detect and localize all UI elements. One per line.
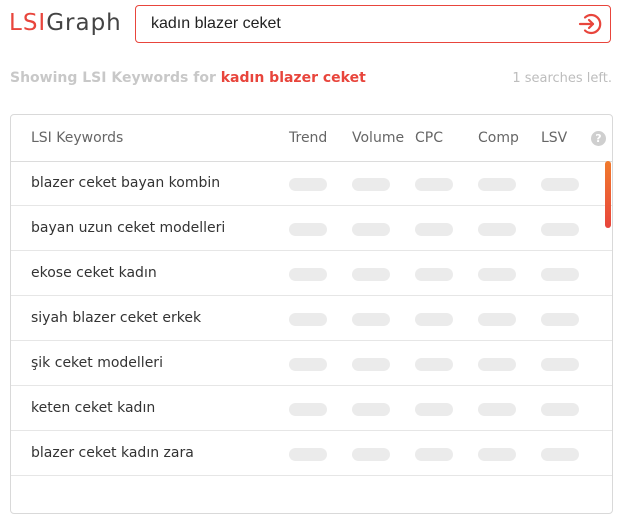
search-box: [135, 5, 611, 43]
logo-lsi-text: LSI: [9, 10, 47, 36]
row-keyword[interactable]: bayan uzun ceket modelleri: [31, 220, 225, 236]
comp-placeholder: [478, 178, 516, 191]
cpc-placeholder: [415, 403, 453, 416]
scrollbar-thumb[interactable]: [605, 161, 611, 228]
table-row[interactable]: bayan uzun ceket modelleri: [11, 206, 612, 251]
volume-placeholder: [352, 403, 390, 416]
row-keyword[interactable]: keten ceket kadın: [31, 400, 155, 416]
column-header-keywords: LSI Keywords: [31, 130, 124, 146]
comp-placeholder: [478, 313, 516, 326]
table-row[interactable]: şik ceket modelleri: [11, 341, 612, 386]
search-input[interactable]: [151, 6, 551, 42]
lsv-placeholder: [541, 268, 579, 281]
table-header: LSI Keywords Trend Volume CPC Comp LSV ?: [11, 115, 612, 162]
comp-placeholder: [478, 223, 516, 236]
volume-placeholder: [352, 178, 390, 191]
table-row[interactable]: siyah blazer ceket erkek: [11, 296, 612, 341]
lsv-placeholder: [541, 313, 579, 326]
row-keyword[interactable]: siyah blazer ceket erkek: [31, 310, 201, 326]
lsv-placeholder: [541, 358, 579, 371]
trend-placeholder: [289, 403, 327, 416]
trend-placeholder: [289, 358, 327, 371]
row-keyword[interactable]: blazer ceket bayan kombin: [31, 175, 220, 191]
lsv-placeholder: [541, 178, 579, 191]
lsv-placeholder: [541, 448, 579, 461]
lsv-placeholder: [541, 403, 579, 416]
cpc-placeholder: [415, 448, 453, 461]
logo-graph-text: Graph: [46, 10, 122, 36]
comp-placeholder: [478, 268, 516, 281]
comp-placeholder: [478, 403, 516, 416]
cpc-placeholder: [415, 358, 453, 371]
cpc-placeholder: [415, 313, 453, 326]
cpc-placeholder: [415, 178, 453, 191]
cpc-placeholder: [415, 223, 453, 236]
comp-placeholder: [478, 358, 516, 371]
results-heading-keyword: kadın blazer ceket: [220, 70, 366, 86]
results-heading-prefix: Showing LSI Keywords for: [10, 70, 216, 86]
trend-placeholder: [289, 448, 327, 461]
table-scrollbar[interactable]: [604, 161, 612, 513]
column-header-comp: Comp: [478, 130, 519, 146]
help-icon[interactable]: ?: [591, 131, 606, 146]
trend-placeholder: [289, 223, 327, 236]
volume-placeholder: [352, 313, 390, 326]
lsv-placeholder: [541, 223, 579, 236]
sign-in-arrow-icon: [578, 13, 602, 35]
table-row[interactable]: blazer ceket bayan kombin: [11, 161, 612, 206]
comp-placeholder: [478, 448, 516, 461]
column-header-volume: Volume: [352, 130, 405, 146]
volume-placeholder: [352, 358, 390, 371]
trend-placeholder: [289, 268, 327, 281]
search-submit-button[interactable]: [578, 12, 602, 36]
row-keyword[interactable]: şik ceket modelleri: [31, 355, 163, 371]
column-header-lsv: LSV: [541, 130, 568, 146]
column-header-trend: Trend: [289, 130, 328, 146]
table-row[interactable]: ekose ceket kadın: [11, 251, 612, 296]
volume-placeholder: [352, 268, 390, 281]
table-row[interactable]: blazer ceket kadın zara: [11, 431, 612, 476]
volume-placeholder: [352, 448, 390, 461]
trend-placeholder: [289, 178, 327, 191]
cpc-placeholder: [415, 268, 453, 281]
lsigraph-logo[interactable]: LSIGraph: [9, 8, 122, 38]
row-keyword[interactable]: blazer ceket kadın zara: [31, 445, 194, 461]
row-keyword[interactable]: ekose ceket kadın: [31, 265, 157, 281]
lsi-keywords-table: LSI Keywords Trend Volume CPC Comp LSV ?…: [10, 114, 613, 514]
results-heading: Showing LSI Keywords for kadın blazer ce…: [10, 70, 366, 86]
table-body: blazer ceket bayan kombin bayan uzun cek…: [11, 161, 612, 476]
volume-placeholder: [352, 223, 390, 236]
table-row[interactable]: keten ceket kadın: [11, 386, 612, 431]
column-header-cpc: CPC: [415, 130, 443, 146]
searches-left-counter: 1 searches left.: [512, 71, 612, 86]
trend-placeholder: [289, 313, 327, 326]
